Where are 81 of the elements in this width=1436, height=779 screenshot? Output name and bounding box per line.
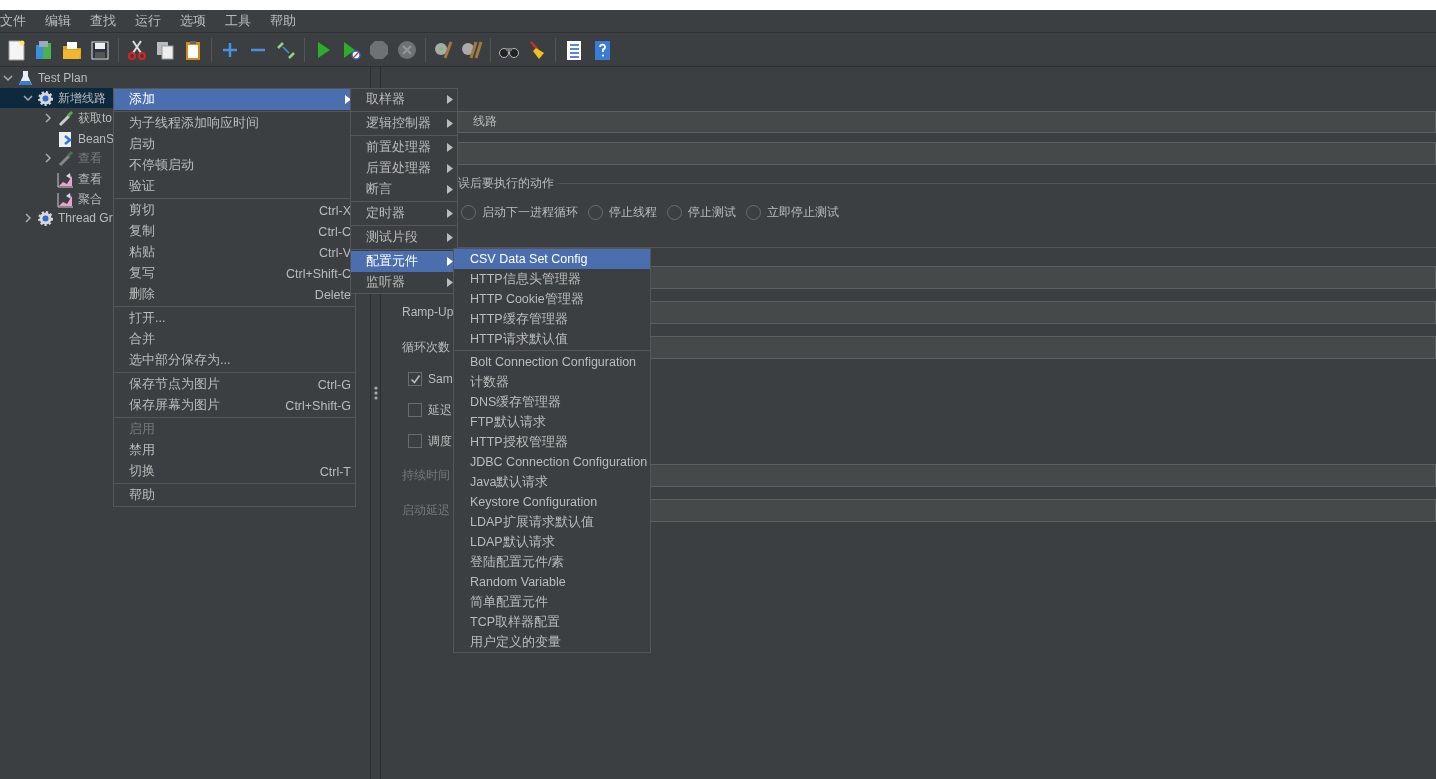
gear-icon [37, 209, 54, 227]
chart-icon [57, 190, 74, 208]
menu-bar-item[interactable]: 编辑 [45, 12, 79, 30]
menu-item[interactable]: JDBC Connection Configuration [454, 452, 650, 472]
menu-item[interactable]: 帮助 [114, 485, 355, 506]
menu-item[interactable]: 断言 [351, 179, 457, 200]
menu-item[interactable]: 保存屏幕为图片 Ctrl+Shift-G [114, 395, 355, 416]
chevron-right-icon[interactable] [43, 113, 53, 123]
menu-bar-item[interactable]: 运行 [135, 12, 169, 30]
script-page-icon [57, 130, 74, 148]
tree-item[interactable]: Test Plan [1, 68, 88, 88]
menu-item[interactable]: LDAP扩展请求默认值 [454, 512, 650, 532]
menu-item[interactable]: 后置处理器 [351, 158, 457, 179]
checkbox-label: 调度 [428, 432, 452, 450]
menu-item[interactable]: 简单配置元件 [454, 592, 650, 612]
radio-button[interactable] [746, 205, 761, 220]
menu-item[interactable]: LDAP默认请求 [454, 532, 650, 552]
menu-item[interactable]: 打开... [114, 308, 355, 329]
document-icon[interactable] [5, 38, 27, 61]
field-label: Ramp-Up [402, 305, 455, 319]
tree-item[interactable]: 新增线路 [21, 88, 106, 108]
menu-item[interactable]: 定时器 [351, 203, 457, 224]
checkbox[interactable] [408, 403, 422, 417]
checkbox[interactable] [408, 434, 422, 448]
menu-item[interactable]: 测试片段 [351, 227, 457, 248]
menu-item[interactable]: 禁用 [114, 440, 355, 461]
tree-item[interactable]: Thread Gr [21, 208, 113, 228]
radio-label: 立即停止测试 [767, 204, 839, 221]
radio-button[interactable] [588, 205, 603, 220]
radio-button[interactable] [461, 205, 476, 220]
menu-bar-item[interactable]: 文件 [0, 12, 34, 30]
menu-item[interactable]: TCP取样器配置 [454, 612, 650, 632]
menu-item[interactable]: HTTP Cookie管理器 [454, 289, 650, 309]
menu-item[interactable]: HTTP请求默认值 [454, 329, 650, 349]
menu-item[interactable]: 用户定义的变量 [454, 632, 650, 652]
menu-item[interactable]: 保存节点为图片 Ctrl-G [114, 374, 355, 395]
chart-icon [57, 170, 74, 188]
menu-bar-item[interactable]: 帮助 [270, 12, 304, 30]
menu-item[interactable]: 前置处理器 [351, 137, 457, 158]
menu-item[interactable]: FTP默认请求 [454, 412, 650, 432]
menu-item[interactable]: HTTP信息头管理器 [454, 269, 650, 289]
menu-bar-item[interactable]: 工具 [225, 12, 259, 30]
menu-item[interactable]: 切换 Ctrl-T [114, 461, 355, 482]
tree-item[interactable]: 获取to [41, 108, 112, 128]
checkbox[interactable] [408, 372, 422, 386]
pipette-icon [57, 149, 74, 167]
menu-item[interactable]: Java默认请求 [454, 472, 650, 492]
chevron-right-icon[interactable] [23, 213, 33, 223]
menu-item[interactable]: 逻辑控制器 [351, 113, 457, 134]
pipette-icon [57, 109, 74, 127]
menu-item[interactable]: Bolt Connection Configuration [454, 352, 650, 372]
radio-button[interactable] [667, 205, 682, 220]
menu-item[interactable]: HTTP授权管理器 [454, 432, 650, 452]
menu-item[interactable]: 计数器 [454, 372, 650, 392]
chevron-down-icon[interactable] [23, 93, 33, 103]
tree-item[interactable]: 聚合 [41, 189, 102, 209]
checkbox-label: Sam [428, 372, 453, 386]
menu-item[interactable]: CSV Data Set Config [454, 249, 650, 269]
splitter-handle[interactable] [373, 386, 378, 400]
tree-item[interactable]: BeanS [41, 129, 115, 149]
menu-item[interactable]: DNS缓存管理器 [454, 392, 650, 412]
menu-item[interactable]: 监听器 [351, 272, 457, 293]
field-label: 循环次数 [402, 338, 451, 356]
radio-label: 停止测试 [688, 204, 736, 221]
menu-bar-item[interactable]: 选项 [180, 12, 214, 30]
menu-bar-item[interactable]: 查找 [90, 12, 124, 30]
menu-item[interactable]: 选中部分保存为... [114, 350, 355, 371]
tree-item[interactable]: 查看 [41, 169, 102, 189]
flask-icon [17, 69, 34, 87]
group-title: 误后要执行的动作 [458, 175, 554, 192]
menu-item[interactable]: HTTP缓存管理器 [454, 309, 650, 329]
gear-icon [37, 89, 54, 107]
menu-item[interactable]: 合并 [114, 329, 355, 350]
menu-item[interactable]: Keystore Configuration [454, 492, 650, 512]
menu-item[interactable]: 登陆配置元件/素 [454, 552, 650, 572]
radio-label: 停止线程 [609, 204, 657, 221]
scissors-icon[interactable] [126, 38, 148, 61]
chevron-down-icon[interactable] [3, 73, 13, 83]
menu-item[interactable]: Random Variable [454, 572, 650, 592]
radio-label: 启动下一进程循环 [482, 204, 578, 221]
checkbox-label: 延迟 [428, 401, 452, 419]
